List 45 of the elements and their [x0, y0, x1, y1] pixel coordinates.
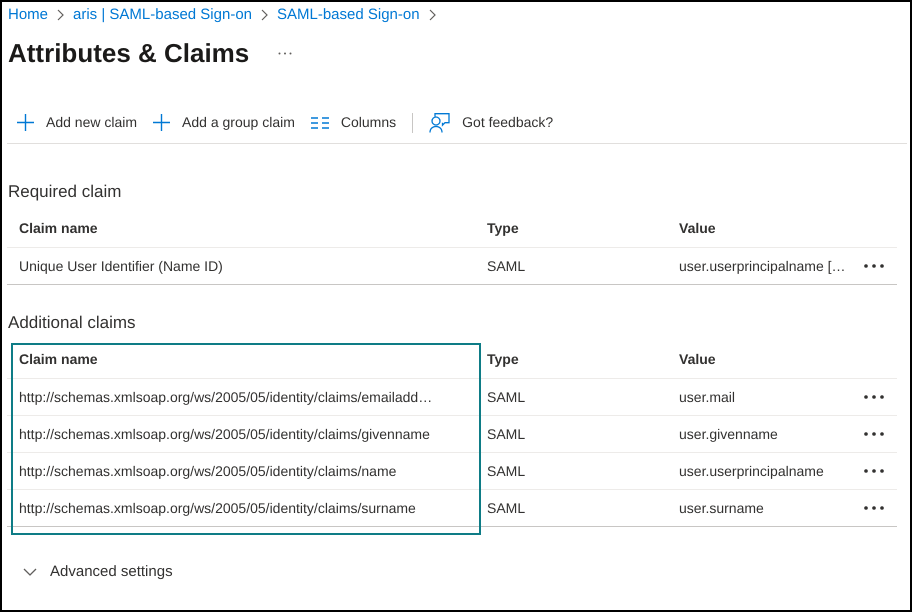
chevron-right-icon — [57, 9, 64, 21]
table-cell-text: user.userprincipalname [… — [678, 256, 847, 276]
more-icon — [864, 469, 884, 473]
table-cell-text: SAML — [486, 256, 526, 276]
breadcrumb-link[interactable]: Home — [8, 4, 48, 26]
column-header: Value — [678, 350, 717, 369]
chevron-right-icon — [428, 9, 436, 21]
table-cell-text: user.mail — [678, 388, 736, 406]
more-icon — [864, 264, 884, 268]
table-cell-text: SAML — [486, 462, 526, 480]
toolbar-button[interactable]: Add new claim — [9, 106, 146, 138]
breadcrumb-link[interactable]: SAML-based Sign-on — [277, 4, 420, 26]
section-title: Required claim — [7, 181, 122, 204]
plus-icon — [17, 114, 34, 131]
table-cell-text: user.userprincipalname — [678, 462, 825, 481]
column-header: Type — [486, 350, 520, 369]
breadcrumb-link[interactable]: aris | SAML-based Sign-on — [73, 4, 252, 26]
advanced-settings-toggle[interactable]: Advanced settings — [17, 559, 179, 585]
more-icon — [278, 52, 292, 54]
plus-icon — [153, 114, 170, 131]
table-cell-text: http://schemas.xmlsoap.org/ws/2005/05/identity/claims/givenname — [18, 424, 431, 444]
columns-icon — [310, 116, 329, 128]
section-title: Additional claims — [7, 312, 137, 334]
table-cell-text: SAML — [486, 498, 526, 518]
table-cell-text: SAML — [486, 424, 526, 444]
table-cell-text: http://schemas.xmlsoap.org/ws/2005/05/identity/claims/surname — [18, 498, 417, 518]
table-cell-text: SAML — [486, 388, 526, 406]
toolbar-button[interactable]: Columns — [302, 106, 404, 138]
column-header: Claim name — [18, 219, 99, 238]
toolbar-button[interactable]: Add a group claim — [145, 106, 303, 138]
feedback-icon — [429, 112, 450, 132]
table-cell-text: user.surname — [678, 498, 765, 518]
toolbar-button[interactable]: Got feedback? — [421, 106, 562, 138]
column-header: Type — [486, 219, 520, 238]
more-icon — [864, 506, 884, 510]
table-cell-text: Unique User Identifier (Name ID) — [18, 256, 224, 276]
column-header: Claim name — [18, 350, 99, 369]
page-title: Attributes & Claims — [8, 36, 250, 70]
table-cell-text: user.givenname — [678, 424, 779, 444]
more-icon — [864, 432, 884, 436]
table-cell-text: http://schemas.xmlsoap.org/ws/2005/05/identity/claims/name — [18, 462, 398, 481]
chevron-right-icon — [261, 9, 268, 21]
column-header: Value — [678, 219, 717, 238]
more-icon — [864, 395, 884, 399]
table-cell-text: http://schemas.xmlsoap.org/ws/2005/05/identity/claims/emailadd… — [18, 388, 434, 407]
